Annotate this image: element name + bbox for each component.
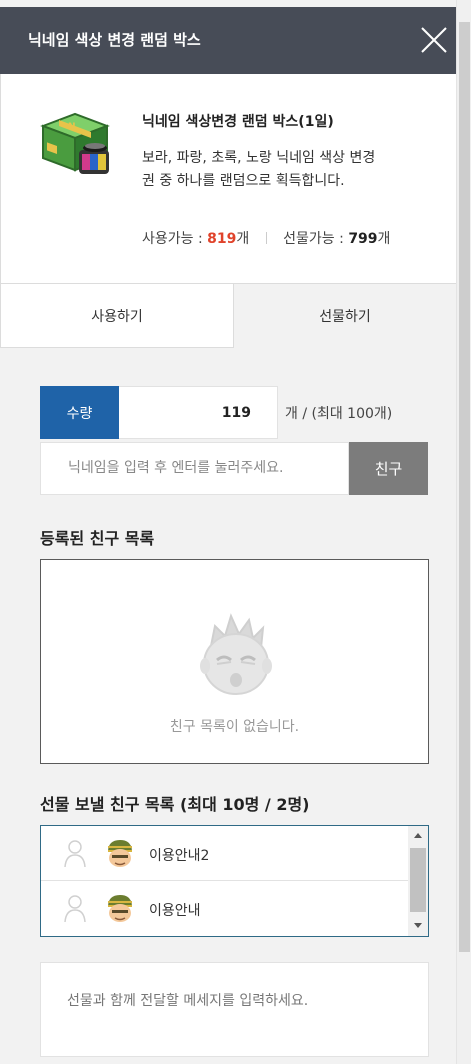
quantity-suffix: 개 / (최대 100개) bbox=[285, 406, 393, 422]
stock-info: 사용가능 : 819개 선물가능 : 799개 bbox=[142, 228, 390, 248]
list-scrollbar-thumb[interactable] bbox=[410, 848, 426, 912]
dialog-header: 닉네임 색상 변경 랜덤 박스 bbox=[0, 7, 456, 74]
giftable-label: 선물가능 : bbox=[283, 231, 349, 247]
giftable-unit: 개 bbox=[377, 231, 391, 247]
friend-name: 이용안내 bbox=[149, 903, 201, 919]
scroll-down-icon[interactable] bbox=[414, 923, 422, 928]
page-scrollbar[interactable] bbox=[456, 0, 471, 1064]
close-icon[interactable] bbox=[420, 26, 448, 54]
quantity-input[interactable]: 119 bbox=[119, 386, 278, 439]
friend-button[interactable]: 친구 bbox=[349, 442, 428, 495]
person-outline-icon bbox=[63, 838, 87, 868]
list-scrollbar[interactable] bbox=[408, 826, 428, 936]
svg-text:N: N bbox=[68, 122, 76, 132]
registered-friends-list: 친구 목록이 없습니다. bbox=[40, 559, 429, 764]
list-item[interactable]: 이용안내2 bbox=[41, 826, 408, 881]
tab-bar: 사용하기 선물하기 bbox=[0, 284, 456, 348]
usable-label: 사용가능 : bbox=[142, 231, 208, 247]
product-name: 닉네임 색상변경 랜덤 박스(1일) bbox=[142, 114, 334, 130]
empty-face-icon bbox=[193, 608, 279, 704]
usable-count: 819 bbox=[207, 231, 237, 247]
scroll-up-icon[interactable] bbox=[414, 833, 422, 838]
person-outline-icon bbox=[63, 893, 87, 923]
character-avatar-icon bbox=[105, 893, 135, 923]
character-avatar-icon bbox=[105, 838, 135, 868]
stock-divider bbox=[265, 232, 267, 244]
tab-use[interactable]: 사용하기 bbox=[0, 284, 234, 348]
registered-friends-title: 등록된 친구 목록 bbox=[40, 529, 155, 548]
send-list-title: 선물 보낼 친구 목록 (최대 10명 / 2명) bbox=[40, 795, 310, 814]
usable-unit: 개 bbox=[236, 231, 250, 247]
dialog-title: 닉네임 색상 변경 랜덤 박스 bbox=[28, 31, 201, 49]
product-info: N 닉네임 색상변경 랜덤 박스(1일) 보라, 파랑, 초록, 노랑 닉네임 … bbox=[0, 74, 456, 284]
product-description: 보라, 파랑, 초록, 노랑 닉네임 색상 변경권 중 하나를 랜덤으로 획득합… bbox=[142, 150, 376, 189]
tab-gift[interactable]: 선물하기 bbox=[234, 284, 456, 348]
giftable-count: 799 bbox=[348, 231, 378, 247]
quantity-label: 수량 bbox=[40, 386, 119, 439]
page-scrollbar-thumb[interactable] bbox=[459, 22, 470, 952]
message-input[interactable]: 선물과 함께 전달할 메세지를 입력하세요. bbox=[40, 962, 429, 1057]
empty-friends-text: 친구 목록이 없습니다. bbox=[169, 719, 300, 735]
nickname-input[interactable]: 닉네임을 입력 후 엔터를 눌러주세요. bbox=[40, 442, 349, 495]
send-friends-list[interactable]: 이용안내2 이용안내 bbox=[40, 825, 429, 937]
random-box-image: N bbox=[35, 104, 115, 184]
list-item[interactable]: 이용안내 bbox=[41, 881, 408, 936]
friend-name: 이용안내2 bbox=[149, 848, 210, 864]
